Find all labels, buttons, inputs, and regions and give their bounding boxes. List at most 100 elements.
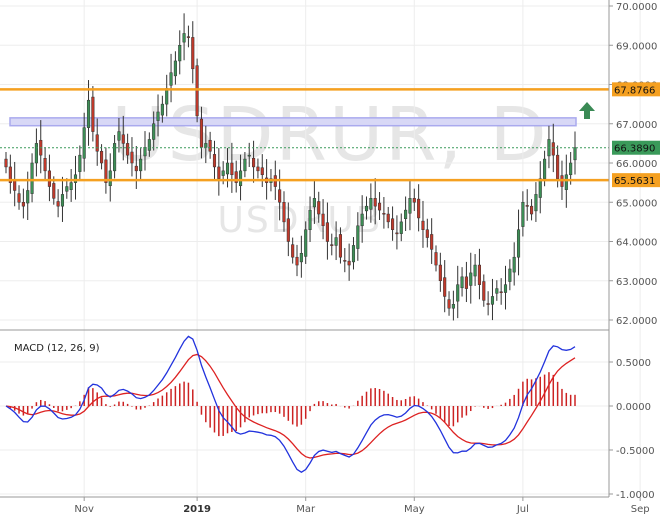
price-tick-label: 70.0000 [616,2,657,13]
macd-title: MACD (12, 26, 9) [14,343,100,354]
candle-body [65,186,69,192]
candle-body [286,218,290,242]
candle-body [304,229,308,257]
candle-body [408,198,412,214]
time-tick-label: Sep [631,504,650,515]
candle-body [573,147,577,161]
candle-body [169,72,173,86]
candle-body [108,170,112,187]
candle-body [434,252,438,266]
candle-body [21,202,25,207]
candle-body [364,205,369,212]
candle-body [243,158,247,172]
candle-body [425,229,429,238]
candle-body [360,213,364,227]
candle-body [152,123,156,140]
candle-body [534,194,538,212]
candle-body [199,118,204,148]
candle-body [86,99,91,128]
candle-body [516,229,521,258]
candle-body [421,220,425,230]
time-axis: Nov 2019 Mar May Jul Sep [74,497,650,515]
candle-body [356,225,360,249]
candle-body [217,166,221,179]
candle-body [399,221,403,234]
candle-body [47,170,51,187]
candle-body [225,162,230,175]
price-tick-label: 62.0000 [616,316,657,327]
candle-body [412,198,416,203]
candle-body [490,296,495,305]
watermark-symbol: USDRUR, D [111,92,548,178]
candle-body [30,162,34,194]
time-tick-label: Nov [74,504,94,515]
candle-body [447,299,451,309]
price-tick-label: 64.0000 [616,238,657,249]
time-tick-label: Mar [296,504,316,515]
level-tag-label: 67.8766 [614,85,655,96]
candle-body [486,303,490,305]
candle-body [208,139,212,152]
candle-body [377,202,382,211]
candle-body [317,201,321,215]
candle-body [52,183,56,199]
candle-body [312,198,316,208]
candle-body [238,170,243,187]
candle-body [147,139,151,151]
candle-body [308,209,312,230]
candle-body [260,167,264,176]
candle-body [477,264,481,285]
candle-body [482,281,486,301]
candle-body [191,37,195,70]
candle-body [73,174,78,183]
candle-body [538,178,542,198]
candle-body [195,65,199,117]
candle-body [126,143,130,156]
candle-body [134,165,138,172]
level-tag-label: 65.5631 [614,176,655,187]
candle-body [256,166,260,172]
price-axis: 62.0000 63.0000 64.0000 65.0000 66.0000 67.00… [609,2,657,327]
candle-body [473,264,477,277]
candle-body [82,127,86,159]
candle-body [56,201,60,207]
candle-body [525,205,529,207]
candle-body [417,198,421,219]
candle-body [564,174,568,190]
candle-body [278,189,282,203]
candle-body [156,111,160,121]
candle-body [69,182,73,190]
candle-body [521,202,525,227]
candle-body [26,190,30,204]
candle-body [369,198,373,210]
macd-tick-label: 0.5000 [616,358,651,369]
candle-body [351,245,356,263]
candle-body [530,205,534,215]
candle-body [460,276,464,289]
candle-body [95,134,99,152]
candle-body [91,96,95,132]
candle-body [221,170,225,176]
candle-body [543,158,547,179]
candle-body [160,103,164,116]
level-tag-label: 66.3890 [614,144,655,155]
candle-body [443,277,447,297]
usdrur-chart: USDRUR, D USDRUB 62.000063.000064.000065… [0,0,660,515]
candle-body [382,212,386,215]
candle-body [60,194,65,207]
candle-body [508,268,512,282]
candle-body [182,33,186,43]
candle-body [121,134,125,144]
candle-body [464,276,468,289]
up-arrow-icon [579,102,595,119]
macd-axis: 0.5000 0.0000 -0.5000 -1.0000 [609,358,655,501]
candle-body [178,45,182,62]
candle-body [556,154,560,179]
level-tags: 67.8766 65.5631 66.3890 [612,82,660,188]
candle-body [295,256,299,266]
candle-body [438,264,442,281]
price-tick-label: 66.0000 [616,159,657,170]
candle-body [330,244,334,246]
candle-body [291,244,295,258]
candle-body [204,143,208,148]
